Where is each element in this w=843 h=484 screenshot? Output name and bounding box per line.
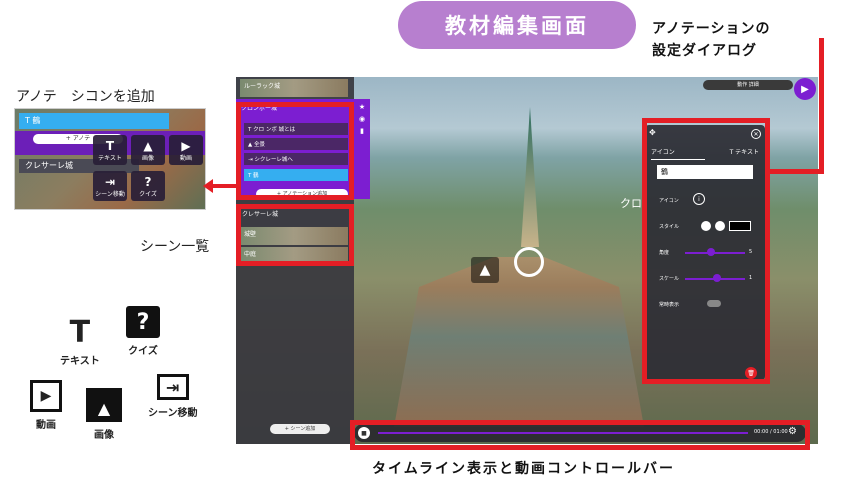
annotation-add-inset: T 鶴 + アノテ クレサーレ城 T テキスト ▲ 画像 ▶ 動画 ⇥ シーン移… (14, 108, 206, 210)
dialog-callout: アノテーションの 設定ダイアログ (652, 18, 770, 62)
scene-move-icon: ⇥ (104, 174, 116, 189)
star-icon[interactable]: ★ (354, 103, 370, 111)
text-icon: T (69, 315, 91, 350)
image-icon: ▲ (143, 138, 153, 153)
tile-label: 動画 (179, 154, 192, 162)
legend-label: シーン移動 (148, 408, 198, 419)
legend-label: 動画 (36, 420, 56, 431)
scene-thumb-top[interactable]: ルーラック城 (240, 79, 348, 97)
trash-icon[interactable]: ▮ (354, 127, 370, 135)
legend-label: 画像 (94, 430, 114, 441)
legend-text: T テキスト (60, 315, 100, 368)
page-title: 教材編集画面 (398, 1, 636, 49)
hotspot-ring[interactable] (514, 247, 544, 277)
inset-tile-quiz[interactable]: ? クイズ (131, 171, 165, 201)
quiz-icon: ? (144, 174, 152, 189)
inset-arrow-head (203, 179, 213, 193)
image-hotspot[interactable]: ▲ (471, 257, 499, 283)
image-icon: ▲ (479, 262, 491, 278)
timeline-frame (350, 420, 810, 450)
dialog-connector-horizontal (770, 169, 824, 174)
castle-spire (521, 107, 539, 247)
scene-move-icon: ⇥ (156, 374, 189, 400)
legend-quiz: ? クイズ (126, 306, 160, 357)
inset-tile-scene-move[interactable]: ⇥ シーン移動 (93, 171, 127, 201)
timeline-callout: タイムライン表示と動画コントロールバー (372, 461, 676, 477)
annotation-panel-tools: ★ ◉ ▮ (354, 99, 370, 199)
quiz-icon: ? (126, 306, 160, 338)
detail-button[interactable]: 動作 詳細 (703, 80, 793, 90)
annotation-panel-frame (236, 102, 354, 200)
dialog-callout-line2: 設定ダイアログ (652, 43, 757, 59)
dialog-frame (642, 118, 770, 384)
eye-icon[interactable]: ◉ (354, 115, 370, 123)
inset-type-grid: T テキスト ▲ 画像 ▶ 動画 ⇥ シーン移動 ? クイズ (93, 135, 205, 207)
tile-label: シーン移動 (95, 190, 125, 198)
video-icon: ▶ (30, 380, 62, 412)
scene-list-label: シーン一覧 (140, 239, 210, 255)
inset-tile-video[interactable]: ▶ 動画 (169, 135, 203, 165)
inset-tile-text[interactable]: T テキスト (93, 135, 127, 165)
play-icon[interactable]: ▶ (794, 78, 816, 100)
dialog-connector-vertical (819, 38, 824, 174)
dialog-callout-line1: アノテーションの (652, 21, 771, 37)
text-icon: T (105, 138, 115, 153)
legend-image: ▲ 画像 (86, 388, 122, 441)
annotation-add-label: アノテ シコンを追加 (16, 89, 155, 105)
video-icon: ▶ (181, 138, 191, 153)
legend-label: クイズ (128, 346, 158, 357)
add-scene-button[interactable]: + シーン追加 (270, 424, 330, 434)
scene-list-frame (236, 204, 354, 266)
legend-scene-move: ⇥ シーン移動 (148, 374, 198, 419)
tile-label: クイズ (139, 190, 157, 198)
legend-label: テキスト (60, 356, 100, 367)
legend-video: ▶ 動画 (30, 380, 62, 431)
tile-label: 画像 (141, 154, 154, 162)
tile-label: テキスト (98, 154, 122, 162)
image-icon: ▲ (86, 388, 122, 422)
inset-tile-image[interactable]: ▲ 画像 (131, 135, 165, 165)
inset-annotation-bar[interactable]: T 鶴 (19, 113, 169, 129)
hotspot-label: クロ (620, 197, 642, 210)
